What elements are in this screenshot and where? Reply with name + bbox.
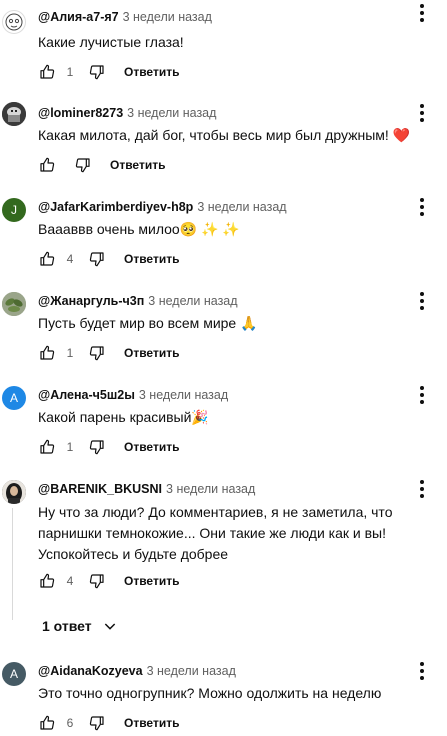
- avatar[interactable]: A: [2, 662, 26, 686]
- comment-text: Какая милота, дай бог, чтобы весь мир бы…: [38, 127, 411, 143]
- dislike-icon[interactable]: [88, 572, 106, 590]
- comment-header: @JafarKarimberdiyev-h8p 3 недели назад: [38, 200, 287, 214]
- more-options-icon[interactable]: [419, 662, 425, 680]
- more-options-icon[interactable]: [419, 198, 425, 216]
- author-name[interactable]: @Алена-ч5ш2ы: [38, 388, 135, 402]
- comment-header: @BARENIK_BKUSNI 3 недели назад: [38, 482, 255, 496]
- dislike-icon[interactable]: [88, 344, 106, 362]
- reply-button[interactable]: Ответить: [124, 252, 179, 266]
- woman-photo-icon: [2, 480, 26, 504]
- like-count: 4: [66, 252, 74, 266]
- like-icon[interactable]: [38, 250, 56, 268]
- comment-time[interactable]: 3 недели назад: [127, 106, 216, 120]
- avatar[interactable]: J: [2, 198, 26, 222]
- comment: @lominer8273 3 недели назад Какая милота,…: [0, 92, 447, 184]
- dislike-icon[interactable]: [88, 250, 106, 268]
- author-name[interactable]: @Алия-а7-я7: [38, 10, 119, 24]
- comment-time[interactable]: 3 недели назад: [147, 664, 236, 678]
- more-options-icon[interactable]: [419, 292, 425, 310]
- game-character-icon: [2, 102, 26, 126]
- reply-button[interactable]: Ответить: [124, 65, 179, 79]
- dislike-icon[interactable]: [74, 156, 92, 174]
- avatar[interactable]: [2, 10, 26, 34]
- comment-text: Ну что за люди? До комментариев, я не за…: [38, 504, 393, 562]
- comment: А @Алена-ч5ш2ы 3 недели назад Какой парен…: [0, 376, 447, 468]
- more-options-icon[interactable]: [419, 4, 425, 22]
- comment-header: @lominer8273 3 недели назад: [38, 106, 216, 120]
- author-name[interactable]: @JafarKarimberdiyev-h8p: [38, 200, 193, 214]
- dislike-icon[interactable]: [88, 714, 106, 732]
- comment-time[interactable]: 3 недели назад: [197, 200, 286, 214]
- comment-time[interactable]: 3 недели назад: [148, 294, 237, 308]
- avatar[interactable]: [2, 292, 26, 316]
- like-icon[interactable]: [38, 572, 56, 590]
- like-icon[interactable]: [38, 156, 56, 174]
- author-name[interactable]: @Жанаргуль-ч3п: [38, 294, 144, 308]
- comment-actions: 1 Ответить: [38, 343, 179, 363]
- dislike-icon[interactable]: [88, 63, 106, 81]
- comment-text: Какие лучистые глаза!: [38, 34, 184, 50]
- comment-text: Ваааввв очень милоо🥺 ✨ ✨: [38, 221, 240, 237]
- more-options-icon[interactable]: [419, 480, 425, 498]
- like-icon[interactable]: [38, 344, 56, 362]
- comment-time[interactable]: 3 недели назад: [166, 482, 255, 496]
- like-count: 1: [66, 65, 74, 79]
- like-icon[interactable]: [38, 714, 56, 732]
- comment-header: @Алена-ч5ш2ы 3 недели назад: [38, 388, 228, 402]
- avatar[interactable]: [2, 102, 26, 126]
- avatar-letter: А: [9, 391, 18, 405]
- avatar-letter: A: [9, 667, 18, 681]
- chevron-down-icon: [104, 623, 115, 630]
- comment-text: Пусть будет мир во всем мире 🙏: [38, 315, 258, 331]
- like-icon[interactable]: [38, 438, 56, 456]
- comment-actions: 4 Ответить: [38, 249, 179, 269]
- comment-text: Какой парень красивый🎉: [38, 409, 209, 425]
- comment: A @AidanaKozyeva 3 недели назад Это точно…: [0, 652, 447, 736]
- comment-time[interactable]: 3 недели назад: [123, 10, 212, 24]
- comment-actions: 6 Ответить: [38, 713, 179, 733]
- reply-button[interactable]: Ответить: [124, 716, 179, 730]
- thread-line: [12, 508, 13, 620]
- plant-photo-icon: [2, 292, 26, 316]
- like-count: 1: [66, 346, 74, 360]
- comment-header: @Жанаргуль-ч3п 3 недели назад: [38, 294, 238, 308]
- comment: @BARENIK_BKUSNI 3 недели назад Ну что за …: [0, 470, 447, 648]
- avatar[interactable]: А: [2, 386, 26, 410]
- comment-header: @Алия-а7-я7 3 недели назад: [38, 10, 212, 24]
- like-icon[interactable]: [38, 63, 56, 81]
- dislike-icon[interactable]: [88, 438, 106, 456]
- reply-button[interactable]: Ответить: [124, 574, 179, 588]
- comment-actions: 4 Ответить: [38, 571, 179, 591]
- more-options-icon[interactable]: [419, 104, 425, 122]
- reply-button[interactable]: Ответить: [124, 346, 179, 360]
- replies-toggle-label: 1 ответ: [42, 618, 92, 634]
- author-name[interactable]: @AidanaKozyeva: [38, 664, 143, 678]
- comment-time[interactable]: 3 недели назад: [139, 388, 228, 402]
- like-count: 1: [66, 440, 74, 454]
- author-name[interactable]: @BARENIK_BKUSNI: [38, 482, 162, 496]
- comment: @Жанаргуль-ч3п 3 недели назад Пусть будет…: [0, 282, 447, 374]
- like-count: 6: [66, 716, 74, 730]
- sketch-face-icon: [5, 13, 23, 31]
- comment-text: Это точно одногрупник? Можно одолжить на…: [38, 685, 382, 701]
- avatar-letter: J: [11, 203, 17, 217]
- comment-actions: 1 Ответить: [38, 437, 179, 457]
- more-options-icon[interactable]: [419, 386, 425, 404]
- comment-actions: 1 Ответить: [38, 62, 179, 82]
- author-name[interactable]: @lominer8273: [38, 106, 123, 120]
- avatar[interactable]: [2, 480, 26, 504]
- reply-button[interactable]: Ответить: [110, 158, 165, 172]
- like-count: 4: [66, 574, 74, 588]
- comment-actions: Ответить: [38, 155, 165, 175]
- reply-button[interactable]: Ответить: [124, 440, 179, 454]
- replies-toggle[interactable]: 1 ответ: [42, 618, 118, 634]
- comment-header: @AidanaKozyeva 3 недели назад: [38, 664, 236, 678]
- comment: J @JafarKarimberdiyev-h8p 3 недели назад …: [0, 188, 447, 278]
- comment: @Алия-а7-я7 3 недели назад Какие лучистые…: [0, 0, 447, 88]
